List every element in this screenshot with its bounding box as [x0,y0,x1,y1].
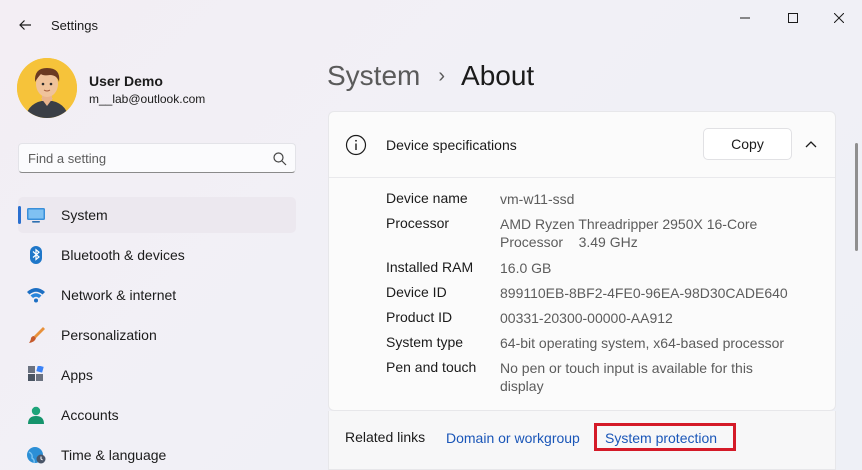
search-box[interactable] [18,143,296,173]
sidebar-item-label: Network & internet [61,287,177,303]
sidebar-item-label: Personalization [61,327,157,343]
spec-label: Processor [386,215,450,231]
spec-label: Pen and touch [386,359,477,375]
spec-label: Device name [386,190,468,206]
device-specifications-card: Device specifications Copy Device name v… [328,111,836,411]
spec-value: 64-bit operating system, x64-based proce… [500,335,785,351]
avatar[interactable] [17,58,77,118]
search-icon[interactable] [272,151,288,167]
spec-value: 899110EB-8BF2-4FE0-96EA-98D30CADE640 [500,285,788,301]
domain-workgroup-link[interactable]: Domain or workgroup [446,430,580,446]
minimize-button[interactable] [722,0,768,36]
sidebar-item-system[interactable]: System [18,197,296,233]
user-email: m__lab@outlook.com [89,92,206,106]
back-button[interactable] [10,10,40,40]
sidebar-item-label: Bluetooth & devices [61,247,185,263]
bluetooth-icon [30,246,42,264]
spec-label: System type [386,334,464,350]
spec-label: Device ID [386,284,447,300]
person-icon [28,406,44,424]
related-links-label: Related links [345,429,426,445]
spec-label: Product ID [386,309,453,325]
sidebar-item-accounts[interactable]: Accounts [18,397,296,433]
info-icon [345,134,367,156]
sidebar-item-label: Accounts [61,407,119,423]
spec-value: 00331-20300-00000-AA912 [500,310,673,326]
sidebar-item-label: Time & language [61,447,167,463]
spec-value: AMD Ryzen Threadripper 2950X 16-Core Pro… [500,216,762,250]
brush-icon [29,327,45,343]
minimize-icon [740,17,750,19]
search-input[interactable] [28,149,268,167]
maximize-button[interactable] [770,0,816,36]
wifi-icon [27,288,45,303]
card-header[interactable]: Device specifications Copy [329,112,835,178]
sidebar-item-bluetooth[interactable]: Bluetooth & devices [18,237,296,273]
monitor-icon [27,208,45,223]
copy-button[interactable]: Copy [703,128,792,160]
globe-icon [27,447,46,464]
sidebar-item-label: System [61,207,108,223]
page-title: About [461,60,535,91]
chevron-right-icon: › [438,64,446,87]
sidebar-item-personalization[interactable]: Personalization [18,317,296,353]
sidebar-item-label: Apps [61,367,93,383]
maximize-icon [788,13,798,23]
user-name: User Demo [89,73,163,89]
card-title: Device specifications [386,137,517,153]
app-title: Settings [51,18,98,33]
chevron-up-icon [805,141,817,148]
highlight-annotation [594,423,736,451]
breadcrumb-parent[interactable]: System [327,60,420,92]
back-arrow-icon [19,20,31,30]
spec-label: Installed RAM [386,259,474,275]
related-links-bar: Related links Domain or workgroup System… [328,411,836,470]
close-icon [834,13,844,23]
spec-value: 16.0 GB [500,260,552,276]
spec-value: No pen or touch input is available for t… [500,360,753,394]
title-bar: Settings [0,0,862,50]
close-button[interactable] [816,0,862,36]
scrollbar[interactable] [855,143,858,251]
collapse-button[interactable] [799,132,823,156]
sidebar-item-network[interactable]: Network & internet [18,277,296,313]
sidebar-item-time-language[interactable]: Time & language [18,437,296,470]
apps-icon [28,366,44,381]
active-indicator [18,206,21,224]
spec-value: vm-w11-ssd [500,191,575,207]
sidebar-item-apps[interactable]: Apps [18,357,296,393]
user-avatar-icon [17,58,77,118]
breadcrumb: System › About [327,60,534,92]
